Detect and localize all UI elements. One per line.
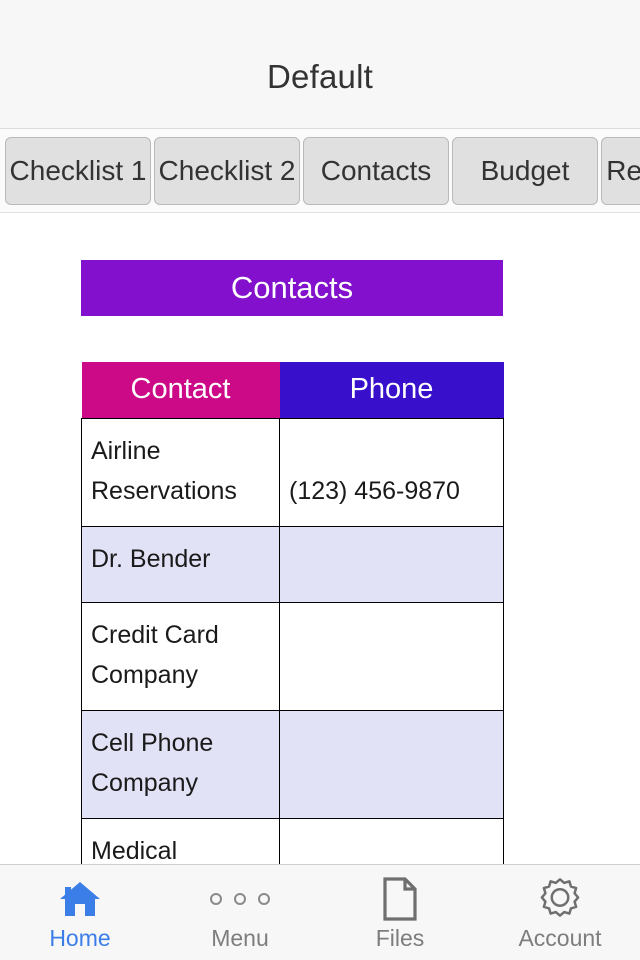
tab-budget[interactable]: Budget: [452, 136, 598, 205]
table-row[interactable]: Cell Phone Company: [81, 709, 504, 819]
table-header-row: Contact Phone: [81, 362, 504, 418]
tab-strip[interactable]: Checklist 1 Checklist 2 Contacts Budget …: [0, 129, 640, 213]
cell-phone[interactable]: [279, 525, 504, 603]
column-header-phone: Phone: [279, 362, 504, 418]
contacts-table: Contact Phone Airline Reservations (123)…: [81, 362, 504, 864]
table-row[interactable]: Credit Card Company: [81, 601, 504, 711]
menu-dots-icon: [210, 877, 270, 921]
column-header-contact: Contact: [81, 362, 280, 418]
nav-label: Home: [49, 925, 111, 951]
nav-label: Menu: [211, 925, 269, 951]
cell-phone[interactable]: [279, 709, 504, 819]
table-row[interactable]: Medical Insurance: [81, 817, 504, 864]
nav-label: Account: [518, 925, 602, 951]
tab-reminders[interactable]: Reminders: [601, 136, 640, 205]
tab-checklist-1[interactable]: Checklist 1: [5, 136, 151, 205]
gear-icon: [537, 877, 583, 921]
cell-contact[interactable]: Medical Insurance: [81, 817, 280, 864]
section-banner-label: Contacts: [230, 270, 354, 305]
cell-contact[interactable]: Credit Card Company: [81, 601, 280, 711]
tab-label: Budget: [480, 154, 570, 186]
table-row[interactable]: Dr. Bender: [81, 525, 504, 603]
nav-item-menu[interactable]: Menu: [160, 865, 320, 960]
nav-item-home[interactable]: Home: [0, 865, 160, 960]
tab-label: Reminders: [606, 154, 640, 186]
tab-label: Checklist 2: [158, 154, 296, 186]
cell-phone[interactable]: [279, 817, 504, 864]
table-row[interactable]: Airline Reservations (123) 456-9870: [81, 417, 504, 527]
nav-item-files[interactable]: Files: [320, 865, 480, 960]
nav-item-account[interactable]: Account: [480, 865, 640, 960]
tab-label: Contacts: [320, 154, 432, 186]
dot: [210, 893, 222, 905]
dot: [258, 893, 270, 905]
title-bar: Default: [0, 0, 640, 129]
nav-label: Files: [375, 925, 425, 951]
tab-label: Checklist 1: [9, 154, 147, 186]
table-header: Contact Phone: [81, 362, 504, 418]
cell-contact[interactable]: Cell Phone Company: [81, 709, 280, 819]
tab-contacts[interactable]: Contacts: [303, 136, 449, 205]
cell-contact[interactable]: Airline Reservations: [81, 417, 280, 527]
dot: [234, 893, 246, 905]
tab-checklist-2[interactable]: Checklist 2: [154, 136, 300, 205]
cell-phone[interactable]: [279, 601, 504, 711]
home-icon: [57, 877, 103, 921]
section-banner: Contacts: [81, 260, 503, 316]
bottom-navigation-bar: Home Menu Files Account: [0, 864, 640, 960]
table-body: Airline Reservations (123) 456-9870 Dr. …: [81, 417, 504, 864]
file-icon: [381, 877, 419, 921]
cell-phone[interactable]: (123) 456-9870: [279, 417, 504, 527]
page-title: Default: [267, 58, 373, 95]
cell-contact[interactable]: Dr. Bender: [81, 525, 280, 603]
content-area: Contacts Contact Phone Airline Reservati…: [0, 214, 640, 864]
